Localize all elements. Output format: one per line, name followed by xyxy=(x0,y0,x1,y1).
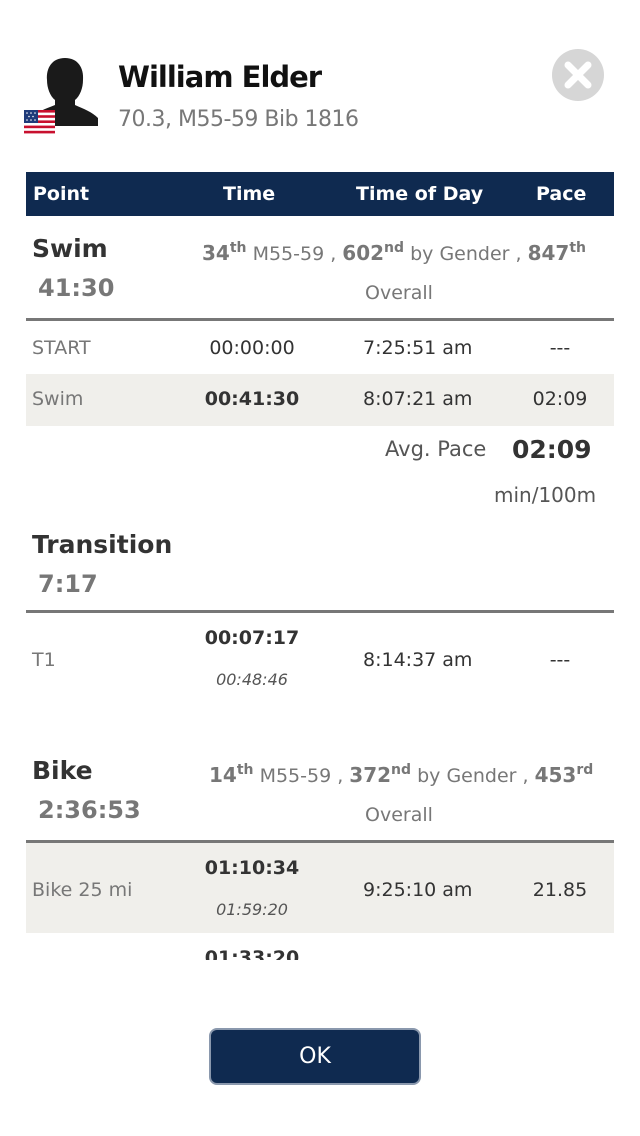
splits-list[interactable]: Swim 41:30 34th M55-59 , 602nd by Gender… xyxy=(26,216,614,960)
row-point: Bike 25 mi xyxy=(32,879,133,901)
segment-total-bike: 2:36:53 xyxy=(38,796,141,824)
swim-rank-overall: 847 xyxy=(527,241,570,265)
table-row: Bike 25 mi 01:10:34 01:59:20 9:25:10 am … xyxy=(26,843,614,933)
segment-total-swim: 41:30 xyxy=(38,274,115,302)
close-icon[interactable] xyxy=(552,49,604,101)
athlete-name: William Elder xyxy=(118,60,322,94)
row-cumulative-time: 00:48:46 xyxy=(216,670,288,689)
header-time-of-day: Time of Day xyxy=(356,183,484,205)
table-row: 01:33:20 xyxy=(26,933,614,960)
bike-rankings: 14th M55-59 , 372nd by Gender , 453rd xyxy=(209,762,594,787)
avg-pace-value: 02:09 xyxy=(512,435,592,464)
row-time-of-day: 8:07:21 am xyxy=(363,388,473,410)
us-flag-icon xyxy=(24,110,55,134)
segment-title-transition: Transition xyxy=(32,530,173,559)
header-point: Point xyxy=(33,183,90,205)
segment-title-swim: Swim xyxy=(32,234,108,263)
bike-rank-gender: 372 xyxy=(349,763,392,787)
swim-rank-division: 34 xyxy=(202,241,230,265)
bike-division: M55-59 , xyxy=(259,765,344,787)
row-point: Swim xyxy=(32,388,84,410)
avg-pace-label: Avg. Pace xyxy=(385,437,487,461)
row-time: 00:00:00 xyxy=(209,337,295,359)
close-button[interactable] xyxy=(552,49,604,101)
swim-overall-label: Overall xyxy=(365,282,433,304)
row-time-of-day: 8:14:37 am xyxy=(363,649,473,671)
row-pace: 02:09 xyxy=(532,388,588,410)
row-time: 00:41:30 xyxy=(204,388,300,410)
bike-gender-label: by Gender , xyxy=(417,765,529,787)
row-pace: 21.85 xyxy=(532,879,588,901)
row-time: 01:10:34 xyxy=(204,857,300,879)
row-time: 00:07:17 xyxy=(204,627,300,649)
table-header: Point Time Time of Day Pace xyxy=(26,172,614,216)
swim-gender-label: by Gender , xyxy=(410,243,522,265)
row-pace: --- xyxy=(549,337,571,359)
row-point: T1 xyxy=(32,649,56,671)
ok-button[interactable]: OK xyxy=(209,1028,421,1085)
row-time-of-day: 7:25:51 am xyxy=(363,337,473,359)
row-pace: --- xyxy=(549,649,571,671)
row-point: START xyxy=(32,337,91,359)
row-time-of-day: 9:25:10 am xyxy=(363,879,473,901)
table-row: START 00:00:00 7:25:51 am --- xyxy=(26,321,614,373)
bike-overall-label: Overall xyxy=(365,804,433,826)
bike-rank-overall: 453 xyxy=(534,763,577,787)
swim-division: M55-59 , xyxy=(252,243,337,265)
swim-rankings: 34th M55-59 , 602nd by Gender , 847th xyxy=(202,240,587,265)
header-pace: Pace xyxy=(536,183,587,205)
row-cumulative-time: 01:59:20 xyxy=(216,900,288,919)
athlete-subtitle: 70.3, M55-59 Bib 1816 xyxy=(118,107,359,132)
segment-title-bike: Bike xyxy=(32,756,93,785)
row-time: 01:33:20 xyxy=(204,947,300,960)
table-row: Swim 00:41:30 8:07:21 am 02:09 xyxy=(26,374,614,426)
avg-pace-unit: min/100m xyxy=(494,483,597,507)
bike-rank-division: 14 xyxy=(209,763,237,787)
table-row: T1 00:07:17 00:48:46 8:14:37 am --- xyxy=(26,613,614,703)
swim-rank-gender: 602 xyxy=(342,241,385,265)
header-time: Time xyxy=(223,183,276,205)
segment-total-transition: 7:17 xyxy=(38,570,98,598)
athlete-header: William Elder 70.3, M55-59 Bib 1816 xyxy=(0,0,640,170)
